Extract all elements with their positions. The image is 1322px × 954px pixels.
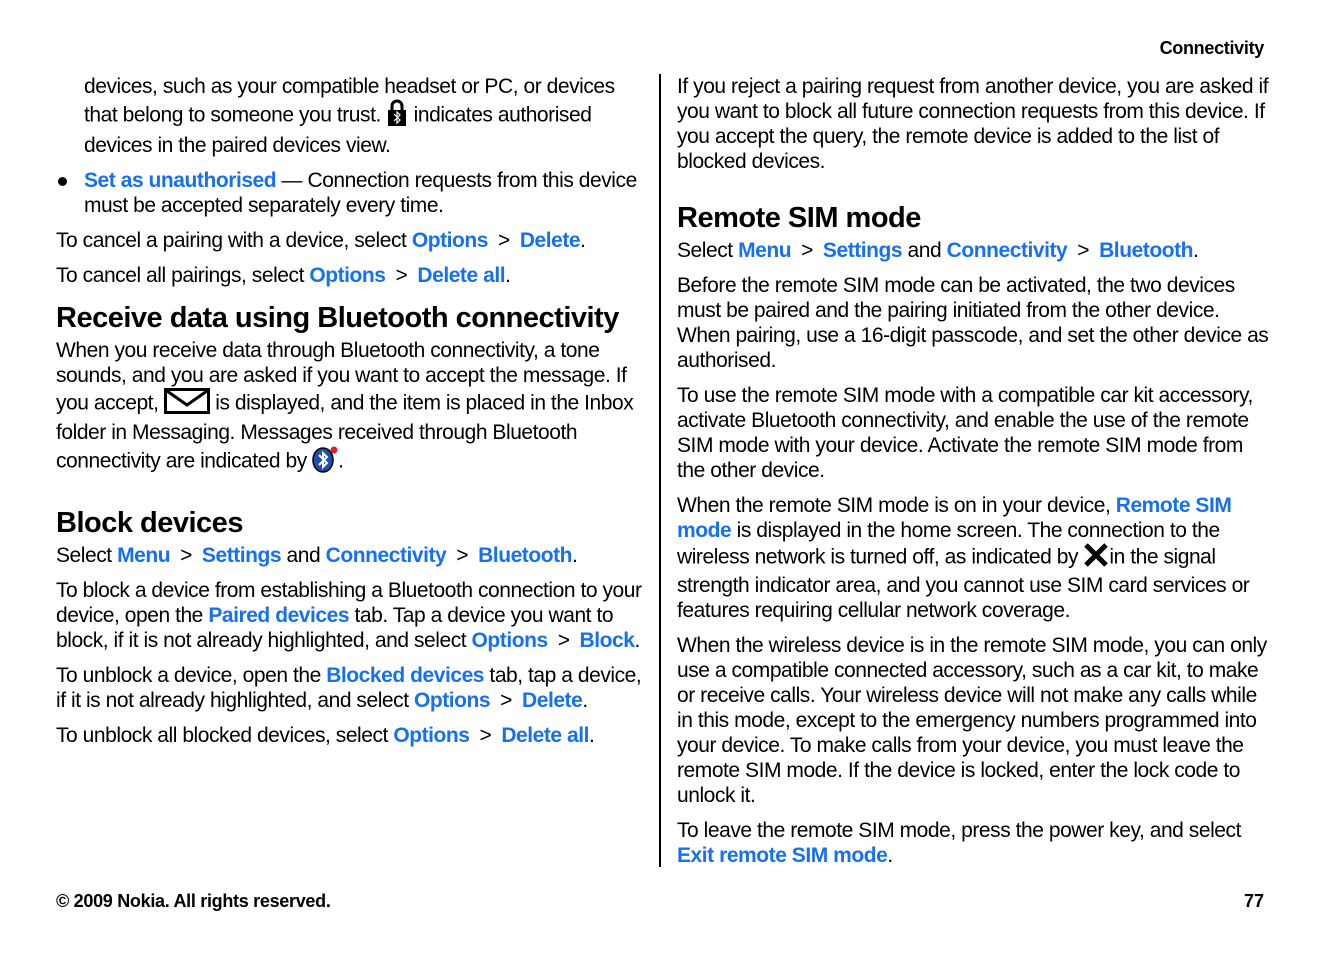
options-link[interactable]: Options xyxy=(414,689,491,712)
options-link[interactable]: Options xyxy=(472,629,549,652)
page-header-section: Connectivity xyxy=(1159,38,1265,58)
set-unauthorised-link[interactable]: Set as unauthorised xyxy=(84,169,277,192)
settings-link[interactable]: Settings xyxy=(202,544,282,567)
receive-data-heading: Receive data using Bluetooth connectivit… xyxy=(56,302,619,334)
connectivity-link[interactable]: Connectivity xyxy=(326,544,447,567)
copyright-footer: © 2009 Nokia. All rights reserved. xyxy=(56,891,331,911)
options-link[interactable]: Options xyxy=(309,264,386,287)
left-column: devices, such as your compatible headset… xyxy=(56,74,648,758)
menu-link[interactable]: Menu xyxy=(117,544,170,567)
receive-data-paragraph: When you receive data through Bluetooth … xyxy=(56,338,648,479)
delete-link[interactable]: Delete xyxy=(520,229,581,252)
bluetooth-message-icon xyxy=(312,445,338,479)
remote-sim-heading: Remote SIM mode xyxy=(677,202,921,234)
menu-link[interactable]: Menu xyxy=(738,239,791,262)
intro-paragraph: devices, such as your compatible headset… xyxy=(84,75,615,157)
no-network-x-icon xyxy=(1083,543,1109,573)
remote-sim-on-paragraph: When the remote SIM mode is on in your d… xyxy=(677,494,1250,622)
block-path-paragraph: Select Menu > Settings and Connectivity > Bl… xyxy=(56,544,578,567)
bluetooth-lock-icon xyxy=(386,99,408,133)
block-link[interactable]: Block xyxy=(580,629,635,652)
unblock-all-paragraph: To unblock all blocked devices, select O… xyxy=(56,724,595,747)
leave-remote-sim-paragraph: To leave the remote SIM mode, press the … xyxy=(677,819,1241,867)
cancel-pairing-paragraph: To cancel a pairing with a device, selec… xyxy=(56,229,586,252)
delete-all-link[interactable]: Delete all xyxy=(501,724,589,747)
block-devices-heading: Block devices xyxy=(56,507,243,539)
remote-sim-path-paragraph: Select Menu > Settings and Connectivity > Bl… xyxy=(677,239,1199,262)
exit-remote-sim-mode-link[interactable]: Exit remote SIM mode xyxy=(677,844,888,867)
block-device-paragraph: To block a device from establishing a Bl… xyxy=(56,579,642,652)
bullet-dot xyxy=(58,177,67,186)
reject-pairing-paragraph: If you reject a pairing request from ano… xyxy=(677,75,1269,173)
wireless-device-paragraph: When the wireless device is in the remot… xyxy=(677,634,1267,807)
connectivity-link[interactable]: Connectivity xyxy=(947,239,1068,262)
column-divider xyxy=(659,74,661,867)
bluetooth-link[interactable]: Bluetooth xyxy=(1099,239,1193,262)
unblock-device-paragraph: To unblock a device, open the Blocked de… xyxy=(56,664,642,712)
paired-devices-link[interactable]: Paired devices xyxy=(208,604,349,627)
bullet-item: Set as unauthorised — Connection request… xyxy=(56,168,648,218)
bluetooth-link[interactable]: Bluetooth xyxy=(478,544,572,567)
options-link[interactable]: Options xyxy=(412,229,489,252)
delete-link[interactable]: Delete xyxy=(522,689,583,712)
before-activation-paragraph: Before the remote SIM mode can be activa… xyxy=(677,274,1269,372)
envelope-icon xyxy=(163,388,210,420)
right-column: If you reject a pairing request from ano… xyxy=(677,74,1269,878)
use-remote-sim-paragraph: To use the remote SIM mode with a compat… xyxy=(677,384,1253,482)
settings-link[interactable]: Settings xyxy=(823,239,903,262)
page-number: 77 xyxy=(1243,891,1264,911)
delete-all-link[interactable]: Delete all xyxy=(417,264,505,287)
options-link[interactable]: Options xyxy=(393,724,470,747)
cancel-all-paragraph: To cancel all pairings, select Options > D… xyxy=(56,264,511,287)
blocked-devices-link[interactable]: Blocked devices xyxy=(326,664,484,687)
